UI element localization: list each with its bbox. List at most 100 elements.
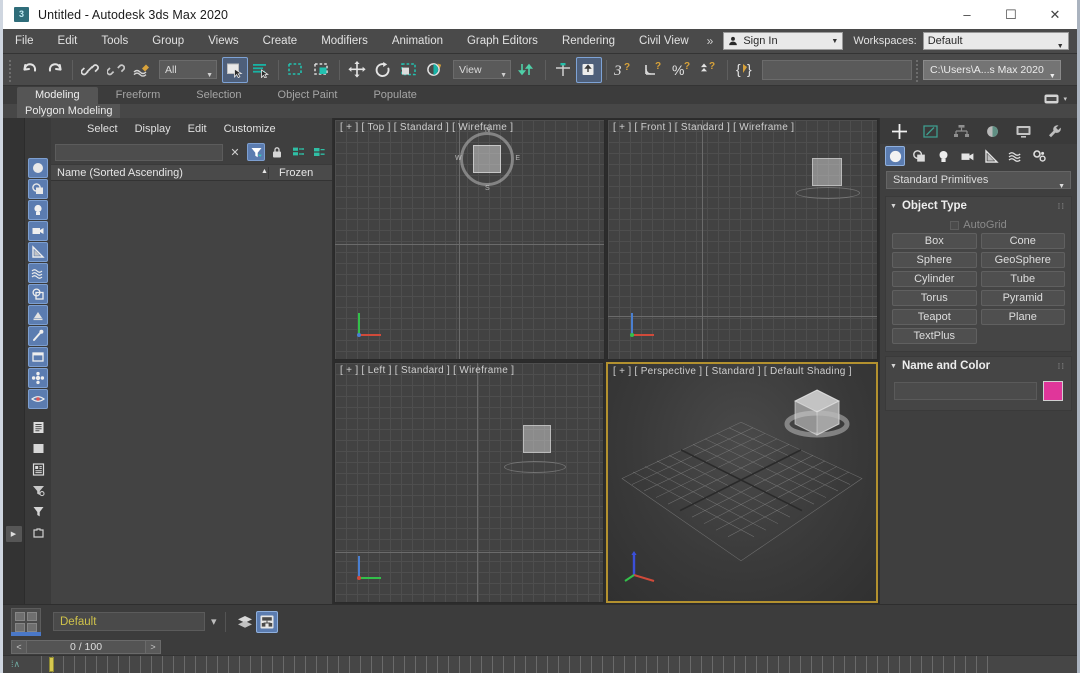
menu-overflow-icon[interactable]: » [701, 34, 720, 48]
place-button[interactable] [422, 57, 448, 83]
left-rail-expand-button[interactable]: ▶ [6, 526, 22, 542]
named-sets-input[interactable] [762, 60, 912, 80]
modify-tab[interactable] [915, 120, 945, 142]
scene-explorer-menu-display[interactable]: Display [127, 118, 179, 140]
viewport-front-label[interactable]: [ + ] [ Front ] [ Standard ] [ Wireframe… [613, 122, 794, 133]
ribbon-tab-object-paint[interactable]: Object Paint [260, 87, 356, 104]
filter-off-icon[interactable] [28, 480, 48, 500]
menu-modifiers[interactable]: Modifiers [309, 29, 380, 54]
object-color-swatch[interactable] [1043, 381, 1063, 401]
use-center-flyout-button[interactable] [515, 57, 541, 83]
bind-to-space-warp-button[interactable] [129, 57, 155, 83]
menu-animation[interactable]: Animation [380, 29, 455, 54]
viewport-top[interactable]: N S E W [ + ] [ Top ] [ Standard ] [ Wir… [334, 119, 605, 360]
collapse-all-icon[interactable] [310, 143, 328, 161]
ribbon-tab-freeform[interactable]: Freeform [98, 87, 179, 104]
undo-button[interactable] [16, 57, 42, 83]
angle-snap-toggle-button[interactable]: ? [641, 57, 669, 83]
menu-edit[interactable]: Edit [46, 29, 90, 54]
select-and-link-button[interactable] [77, 57, 103, 83]
tube-button[interactable]: Tube [981, 271, 1066, 287]
cone-button[interactable]: Cone [981, 233, 1066, 249]
shapes-filter-icon[interactable] [28, 179, 48, 199]
object-type-header[interactable]: ▼ Object Type ⁞⁞ [886, 197, 1071, 215]
menu-create[interactable]: Create [251, 29, 310, 54]
lights-category-icon[interactable] [933, 146, 953, 166]
track-bar-time-slider[interactable] [49, 657, 54, 672]
name-and-color-header[interactable]: ▼ Name and Color ⁞⁞ [886, 357, 1071, 375]
ribbon-minimize-icon[interactable] [1044, 94, 1059, 104]
percent-snap-toggle-button[interactable]: %? [669, 57, 697, 83]
menu-tools[interactable]: Tools [89, 29, 140, 54]
viewport-left[interactable]: [ + ] [ Left ] [ Standard ] [ Wireframe … [334, 362, 604, 603]
snaps-toggle-button[interactable] [550, 57, 576, 83]
sign-in-button[interactable]: Sign In ▼ [723, 32, 843, 50]
spinner-snap-toggle-button[interactable]: ? [697, 57, 723, 83]
frame-counter[interactable]: 0 / 100 [27, 640, 145, 654]
plane-button[interactable]: Plane [981, 309, 1066, 325]
geosphere-button[interactable]: GeoSphere [981, 252, 1066, 268]
toolbar-grip[interactable] [8, 58, 13, 82]
object-name-input[interactable] [894, 382, 1037, 400]
visibility-filter-icon[interactable] [28, 389, 48, 409]
name-and-color-grip[interactable]: ⁞⁞ [1058, 363, 1065, 370]
maximize-button[interactable]: ☐ [989, 0, 1033, 29]
filter-on-icon[interactable] [28, 501, 48, 521]
xrefs-filter-icon[interactable] [28, 305, 48, 325]
workspace-select[interactable]: Default ▼ [923, 32, 1069, 50]
project-path-chevron-down-icon[interactable]: ▼ [1049, 67, 1056, 86]
scene-explorer-search-input[interactable] [55, 144, 223, 161]
container-icon[interactable] [28, 522, 48, 542]
cameras-filter-icon[interactable] [28, 221, 48, 241]
teapot-button[interactable]: Teapot [892, 309, 977, 325]
selection-filter-select[interactable]: All ▼ [159, 60, 217, 79]
select-and-move-button[interactable] [344, 57, 370, 83]
column-header-name[interactable]: Name (Sorted Ascending) [51, 167, 268, 179]
snaps-2d-3d-toggle-button[interactable]: 3? [611, 57, 641, 83]
rectangular-selection-region-button[interactable] [283, 57, 309, 83]
ribbon-sub-tab-polygon-modeling[interactable]: Polygon Modeling [17, 104, 120, 118]
sign-in-chevron-down-icon[interactable]: ▼ [831, 38, 838, 45]
scene-explorer-menu-edit[interactable]: Edit [180, 118, 215, 140]
filter-funnel-icon[interactable] [247, 143, 265, 161]
menu-graph-editors[interactable]: Graph Editors [455, 29, 550, 54]
unlink-selection-button[interactable] [103, 57, 129, 83]
workspace-chevron-down-icon[interactable]: ▼ [1057, 38, 1064, 55]
helpers-category-icon[interactable] [981, 146, 1001, 166]
workspace-dropdown-icon[interactable]: ▾ [211, 615, 217, 628]
helpers-filter-icon[interactable] [28, 242, 48, 262]
notes-icon[interactable] [28, 459, 48, 479]
viewport-perspective[interactable]: [ + ] [ Perspective ] [ Standard ] [ Def… [606, 362, 878, 603]
viewport-top-label[interactable]: [ + ] [ Top ] [ Standard ] [ Wireframe ] [340, 122, 513, 133]
lights-filter-icon[interactable] [28, 200, 48, 220]
menu-file[interactable]: File [3, 29, 46, 54]
track-bar-curve-icon[interactable]: ⁞∧ [11, 659, 20, 670]
lock-icon[interactable] [268, 143, 286, 161]
selection-filter-chevron-down-icon[interactable]: ▼ [206, 67, 213, 85]
torus-button[interactable]: Torus [892, 290, 977, 306]
minimize-button[interactable]: – [945, 0, 989, 29]
menu-group[interactable]: Group [140, 29, 196, 54]
scene-explorer-toggle-icon[interactable] [256, 611, 278, 633]
particles-filter-icon[interactable] [28, 368, 48, 388]
snap-point-button[interactable] [576, 57, 602, 83]
track-bar[interactable]: ⁞∧ [3, 655, 1077, 673]
layer-manager-icon[interactable] [234, 611, 256, 633]
previous-frame-button[interactable]: < [11, 640, 27, 654]
textplus-button[interactable]: TextPlus [892, 328, 977, 344]
toolbar-grip-2[interactable] [915, 58, 920, 82]
workspace-name-input[interactable]: Default [53, 612, 205, 631]
space-warps-filter-icon[interactable] [28, 263, 48, 283]
pyramid-button[interactable]: Pyramid [981, 290, 1066, 306]
create-tab[interactable] [884, 120, 914, 142]
ref-coord-chevron-down-icon[interactable]: ▼ [500, 67, 507, 85]
select-by-name-button[interactable] [248, 57, 274, 83]
scene-explorer-menu-select[interactable]: Select [79, 118, 126, 140]
select-object-button[interactable] [222, 57, 248, 83]
blank-panel-icon[interactable] [28, 438, 48, 458]
shapes-category-icon[interactable] [909, 146, 929, 166]
hierarchy-tab[interactable] [946, 120, 976, 142]
viewport-left-label[interactable]: [ + ] [ Left ] [ Standard ] [ Wireframe … [340, 365, 514, 376]
clear-search-icon[interactable]: ✕ [226, 143, 244, 161]
close-button[interactable]: ✕ [1033, 0, 1077, 29]
